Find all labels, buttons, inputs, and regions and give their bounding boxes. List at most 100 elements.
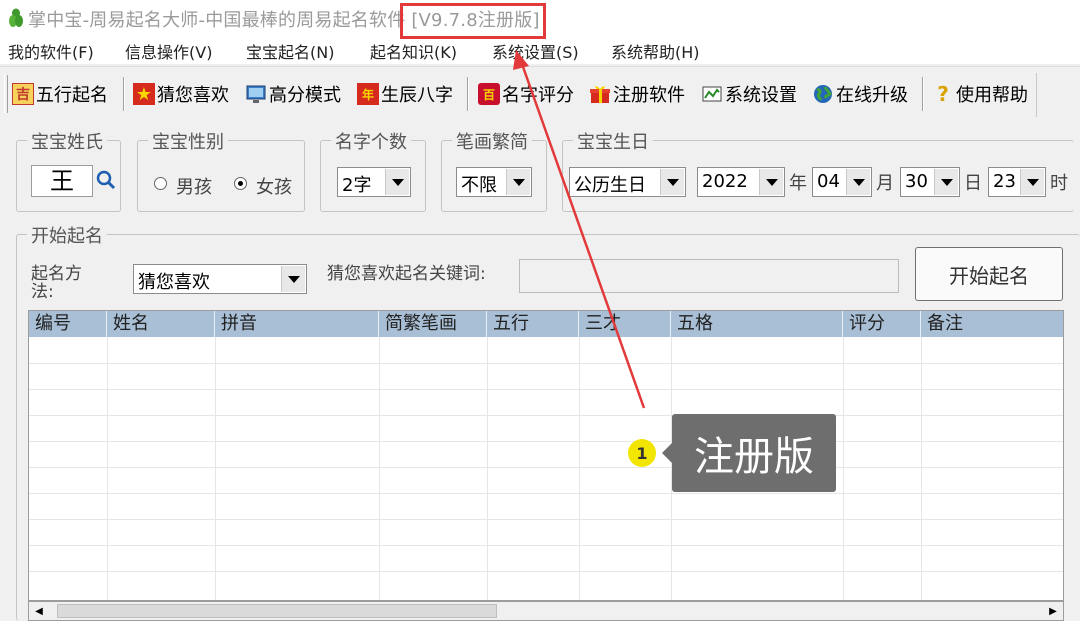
toolbar-wuxing-button[interactable]: 吉 五行起名 [12,77,108,111]
keyword-label: 猜您喜欢起名关键词: [327,264,486,284]
surname-group: 宝宝姓氏 王 [16,128,121,212]
stroke-select[interactable]: 不限 [456,167,532,197]
gender-female-label[interactable]: 女孩 [256,173,296,199]
badge-icon: 百 [478,83,500,105]
menu-naming-knowledge[interactable]: 起名知识(K) [370,39,457,63]
monitor-icon [245,83,267,105]
birth-month-select[interactable]: 04 [812,167,872,197]
star-icon: ★ [133,83,155,105]
grid-line [29,415,1063,416]
birth-hour-select[interactable]: 23 [988,167,1046,197]
grid-line [29,571,1063,572]
chevron-down-icon[interactable] [934,169,958,195]
chevron-down-icon[interactable] [281,266,305,292]
year-unit-label: 年 [789,173,807,194]
toolbar-register-button[interactable]: 注册软件 [589,77,685,111]
grid-line [487,337,488,600]
toolbar-register-label: 注册软件 [613,85,685,106]
wuxing-icon: 吉 [12,83,34,105]
toolbar-guess-label: 猜您喜欢 [157,85,229,106]
table-header: 编号 姓名 拼音 简繁笔画 五行 三才 五格 评分 备注 [29,311,1063,337]
column-header-sancai[interactable]: 三才 [579,311,671,337]
toolbar: 吉 五行起名 ★ 猜您喜欢 高分模式 年 生辰八字 百 名字评分 注册软件 系统… [0,66,1080,120]
chevron-down-icon[interactable] [759,169,783,195]
chevron-down-icon[interactable] [1020,169,1044,195]
scroll-right-icon[interactable]: ▶ [1043,602,1063,620]
grid-line [579,337,580,600]
annotation-badge: 1 [628,439,656,467]
stroke-group-title: 笔画繁简 [452,128,532,154]
menu-baby-naming[interactable]: 宝宝起名(N) [246,39,334,63]
app-icon [9,8,23,27]
toolbar-help-button[interactable]: ? 使用帮助 [932,77,1028,111]
gender-group-title: 宝宝性别 [148,128,228,154]
toolbar-upgrade-button[interactable]: 在线升级 [812,77,908,111]
name-count-group-title: 名字个数 [331,128,411,154]
grid-line [29,363,1063,364]
chevron-down-icon[interactable] [846,169,870,195]
column-header-remark[interactable]: 备注 [921,311,1063,337]
stroke-group: 笔画繁简 不限 [441,128,547,212]
toolbar-guess-button[interactable]: ★ 猜您喜欢 [133,77,229,111]
toolbar-score-button[interactable]: 百 名字评分 [478,77,574,111]
gender-group: 宝宝性别 男孩 女孩 [137,128,305,212]
toolbar-highscore-button[interactable]: 高分模式 [245,77,341,111]
toolbar-bazi-button[interactable]: 年 生辰八字 [357,77,453,111]
chevron-down-icon[interactable] [506,169,530,195]
window-title-main: 掌中宝-周易起名大师-中国最棒的周易起名软件 [28,10,406,31]
start-naming-button[interactable]: 开始起名 [915,247,1063,301]
name-count-select[interactable]: 2字 [337,167,411,197]
gender-male-label[interactable]: 男孩 [176,173,216,199]
menu-info-ops[interactable]: 信息操作(V) [125,39,212,63]
toolbar-grip[interactable] [4,75,8,113]
naming-group-title: 开始起名 [27,222,107,248]
grid-line [107,337,108,600]
birth-hour-value: 23 [993,171,1016,192]
grid-line [29,467,1063,468]
column-header-wuge[interactable]: 五格 [671,311,843,337]
column-header-number[interactable]: 编号 [29,311,107,337]
search-icon[interactable] [95,168,117,196]
horizontal-scrollbar[interactable]: ◀ ▶ [28,601,1064,621]
grid-line [29,493,1063,494]
calendar-type-select[interactable]: 公历生日 [569,167,686,197]
birth-year-value: 2022 [702,171,748,192]
menu-my-software[interactable]: 我的软件(F) [8,39,94,63]
toolbar-separator [922,77,924,111]
toolbar-help-label: 使用帮助 [956,85,1028,106]
surname-group-title: 宝宝姓氏 [27,128,107,154]
toolbar-separator [467,77,469,111]
birth-day-select[interactable]: 30 [900,167,960,197]
surname-input[interactable]: 王 [31,165,93,197]
chevron-down-icon[interactable] [385,169,409,195]
grid-line [921,337,922,600]
column-header-name[interactable]: 姓名 [107,311,215,337]
naming-method-select[interactable]: 猜您喜欢 [133,264,307,294]
birthday-group-title: 宝宝生日 [573,128,653,154]
version-highlight-box [400,3,546,39]
toolbar-settings-button[interactable]: 系统设置 [701,77,797,111]
column-header-pinyin[interactable]: 拼音 [215,311,379,337]
grid-line [29,519,1063,520]
menu-system-help[interactable]: 系统帮助(H) [611,39,700,63]
grid-line [843,337,844,600]
menu-system-settings[interactable]: 系统设置(S) [492,39,579,63]
keyword-input[interactable] [519,259,899,293]
naming-method-value: 猜您喜欢 [138,272,210,293]
scroll-left-icon[interactable]: ◀ [29,602,49,620]
annotation-pointer [662,443,672,463]
column-header-score[interactable]: 评分 [843,311,921,337]
scrollbar-thumb[interactable] [57,604,497,618]
toolbar-score-label: 名字评分 [502,85,574,106]
birth-year-select[interactable]: 2022 [697,167,785,197]
stroke-value: 不限 [461,175,497,196]
gender-female-radio[interactable] [234,177,247,190]
gender-male-radio[interactable] [154,177,167,190]
chevron-down-icon[interactable] [660,169,684,195]
results-table[interactable]: 编号 姓名 拼音 简繁笔画 五行 三才 五格 评分 备注 [28,310,1064,601]
column-header-wuxing[interactable]: 五行 [487,311,579,337]
column-header-strokes[interactable]: 简繁笔画 [379,311,487,337]
settings-icon [701,83,723,105]
toolbar-bazi-label: 生辰八字 [381,85,453,106]
toolbar-highscore-label: 高分模式 [269,85,341,106]
